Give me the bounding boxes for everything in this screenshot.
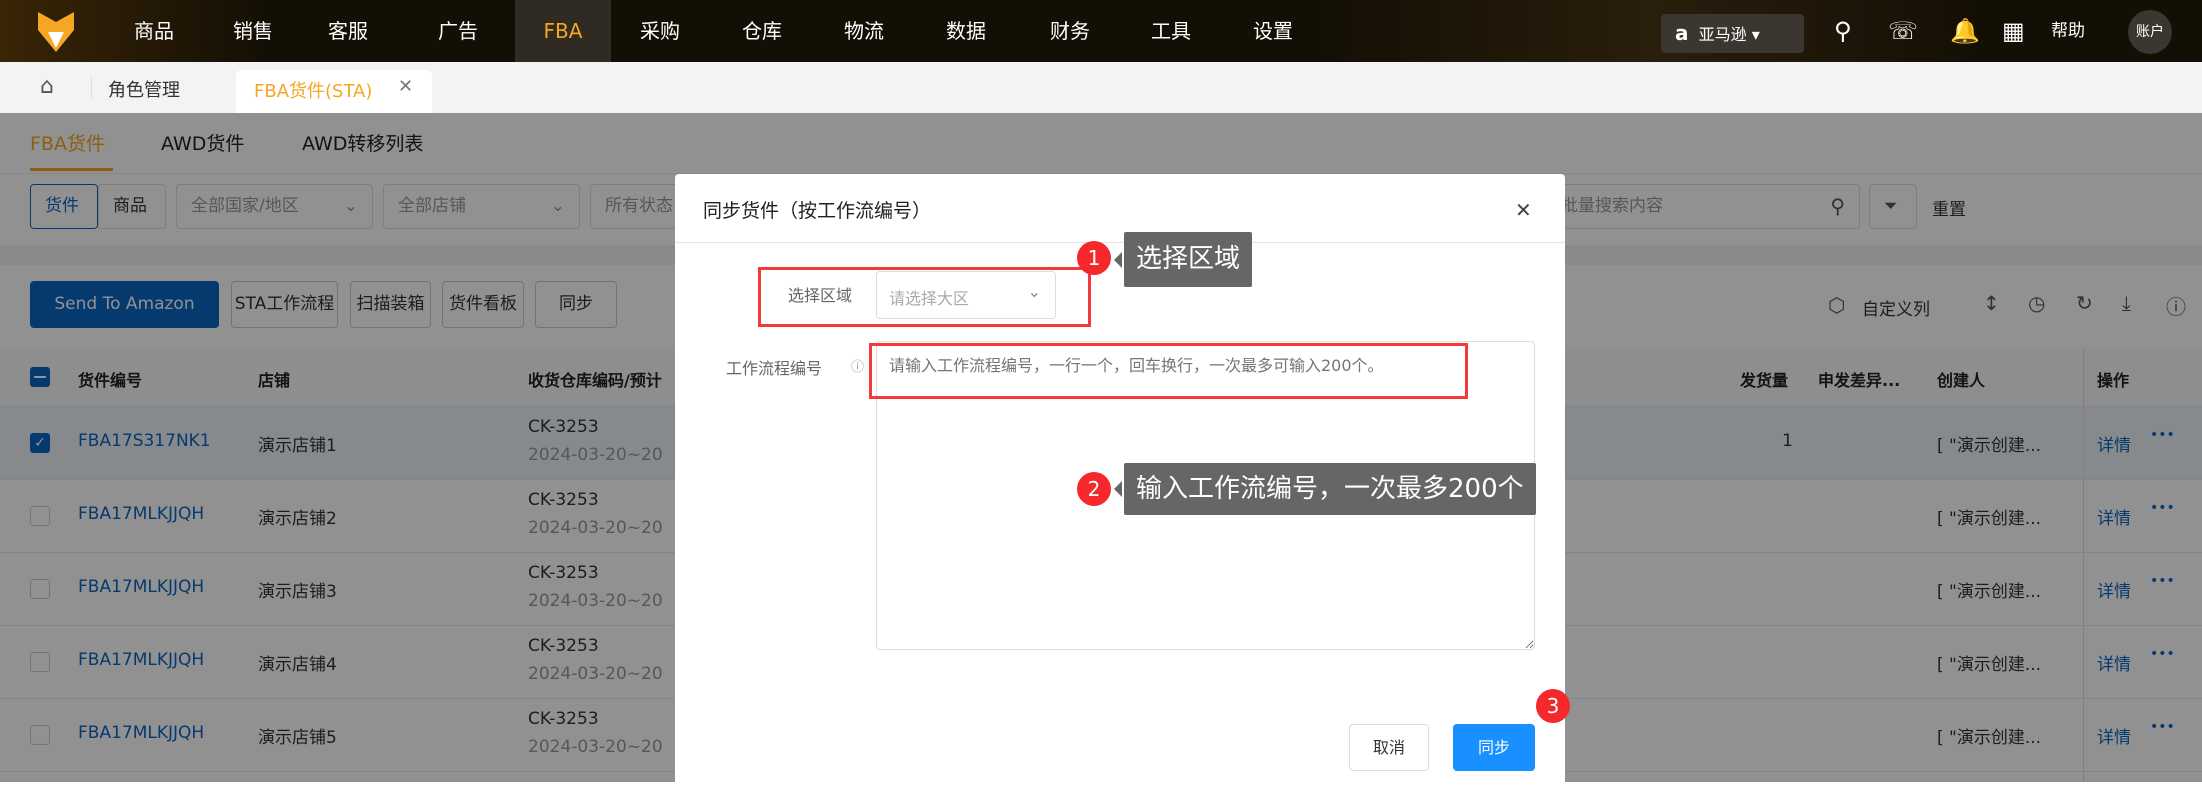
nav-item[interactable]: 仓库	[742, 0, 782, 62]
nav-item[interactable]: 采购	[640, 0, 680, 62]
close-icon[interactable]: ✕	[1515, 198, 1532, 222]
help-circle-icon[interactable]: ⓘ	[851, 356, 864, 375]
nav-item[interactable]: 数据	[946, 0, 986, 62]
annotation-tooltip-2: 输入工作流编号，一次最多200个	[1114, 463, 1536, 515]
tab-label: FBA货件(STA)	[254, 81, 373, 102]
headset-icon[interactable]: ☏	[1888, 18, 1918, 44]
nav-item[interactable]: 商品	[134, 0, 174, 62]
tab-fba-sta[interactable]: FBA货件(STA) ✕	[236, 70, 432, 113]
platform-label: 亚马逊	[1698, 25, 1747, 44]
nav-item[interactable]: 客服	[328, 0, 368, 62]
nav-item[interactable]: 销售	[233, 0, 273, 62]
nav-item[interactable]: 设置	[1253, 0, 1293, 62]
confirm-sync-button[interactable]: 同步	[1453, 724, 1535, 771]
top-nav: 商品 销售 客服 广告 FBA 采购 仓库 物流 数据 财务 工具 设置 a 亚马逊 ▾ ⚲ ☏ 🔔 …	[0, 0, 2202, 62]
close-icon[interactable]: ✕	[398, 76, 413, 97]
search-icon[interactable]: ⚲	[1834, 18, 1852, 44]
nav-item[interactable]: 物流	[844, 0, 884, 62]
modal-title: 同步货件（按工作流编号）	[703, 200, 932, 222]
annotation-tooltip-1: 选择区域	[1113, 232, 1253, 287]
amazon-icon: a	[1675, 21, 1689, 45]
nav-item[interactable]: 财务	[1050, 0, 1090, 62]
tab-bar: ⌂ 角色管理 FBA货件(STA) ✕	[0, 62, 2202, 113]
divider	[91, 76, 92, 98]
nav-item[interactable]: FBA	[515, 0, 611, 62]
help-link[interactable]: 帮助	[2051, 18, 2085, 44]
highlight-region	[758, 267, 1091, 327]
home-icon[interactable]: ⌂	[40, 74, 54, 99]
cancel-button[interactable]: 取消	[1349, 724, 1429, 771]
avatar[interactable]: 账户	[2128, 10, 2172, 54]
step-badge-1: 1	[1077, 241, 1111, 275]
highlight-workflow	[869, 343, 1468, 399]
tab-role-management[interactable]: 角色管理	[108, 76, 180, 102]
workflow-label: 工作流程编号	[726, 359, 823, 378]
nav-item[interactable]: 工具	[1151, 0, 1191, 62]
grid-icon[interactable]: ▦	[2002, 18, 2025, 44]
logo-icon	[38, 12, 74, 52]
nav-item[interactable]: 广告	[438, 0, 478, 62]
step-badge-3: 3	[1536, 689, 1570, 723]
step-badge-2: 2	[1077, 472, 1111, 506]
platform-select[interactable]: a 亚马逊 ▾	[1661, 14, 1804, 53]
bell-icon[interactable]: 🔔	[1950, 18, 1980, 44]
